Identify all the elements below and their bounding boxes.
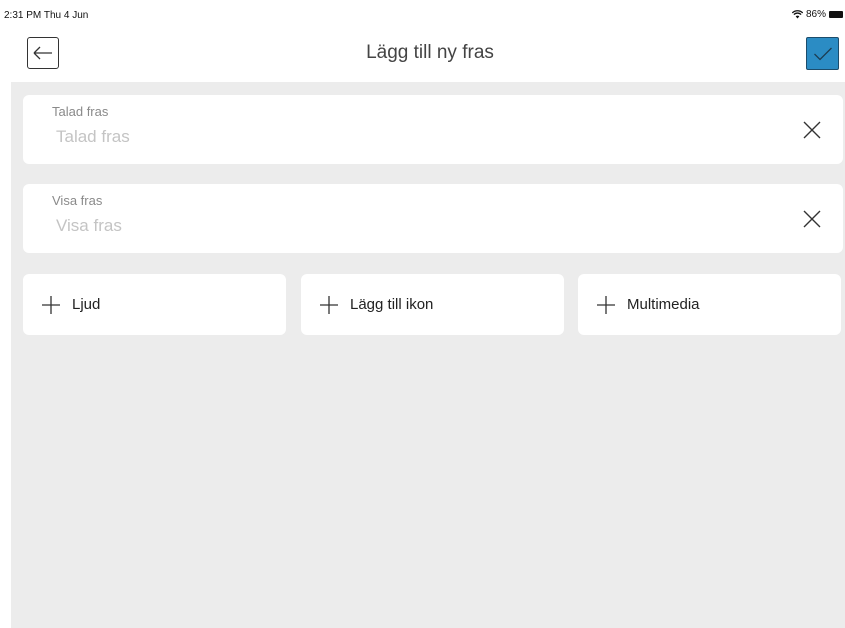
add-multimedia-button[interactable]: Multimedia bbox=[578, 274, 841, 335]
add-sound-label: Ljud bbox=[72, 296, 101, 313]
close-icon bbox=[803, 121, 821, 139]
clear-display-phrase-button[interactable] bbox=[801, 208, 823, 230]
main-content: Talad fras Visa fras Ljud Lägg till ikon bbox=[11, 82, 845, 628]
wifi-icon bbox=[791, 10, 803, 19]
status-bar: 2:31 PM Thu 4 Jun 86% bbox=[0, 0, 845, 22]
add-sound-button[interactable]: Ljud bbox=[23, 274, 286, 335]
status-indicators: 86% bbox=[791, 9, 843, 20]
plus-icon bbox=[596, 295, 616, 315]
display-phrase-card: Visa fras bbox=[23, 184, 843, 253]
plus-icon bbox=[41, 295, 61, 315]
spoken-phrase-card: Talad fras bbox=[23, 95, 843, 164]
clear-spoken-phrase-button[interactable] bbox=[801, 119, 823, 141]
battery-percentage: 86% bbox=[805, 9, 826, 20]
spoken-phrase-label: Talad fras bbox=[52, 104, 109, 119]
display-phrase-input[interactable] bbox=[52, 214, 756, 238]
header: Lägg till ny fras bbox=[0, 22, 845, 82]
close-icon bbox=[803, 210, 821, 228]
display-phrase-label: Visa fras bbox=[52, 193, 103, 208]
add-icon-button[interactable]: Lägg till ikon bbox=[301, 274, 564, 335]
add-icon-label: Lägg till ikon bbox=[350, 296, 434, 313]
arrow-left-icon bbox=[33, 46, 52, 60]
checkmark-icon bbox=[813, 47, 832, 60]
page-title: Lägg till ny fras bbox=[366, 42, 494, 63]
back-button[interactable] bbox=[27, 37, 59, 69]
plus-icon bbox=[319, 295, 339, 315]
status-time: 2:31 PM Thu 4 Jun bbox=[4, 10, 89, 21]
spoken-phrase-input[interactable] bbox=[52, 125, 756, 149]
confirm-button[interactable] bbox=[806, 37, 839, 70]
battery-icon bbox=[829, 11, 843, 18]
add-multimedia-label: Multimedia bbox=[627, 296, 700, 313]
